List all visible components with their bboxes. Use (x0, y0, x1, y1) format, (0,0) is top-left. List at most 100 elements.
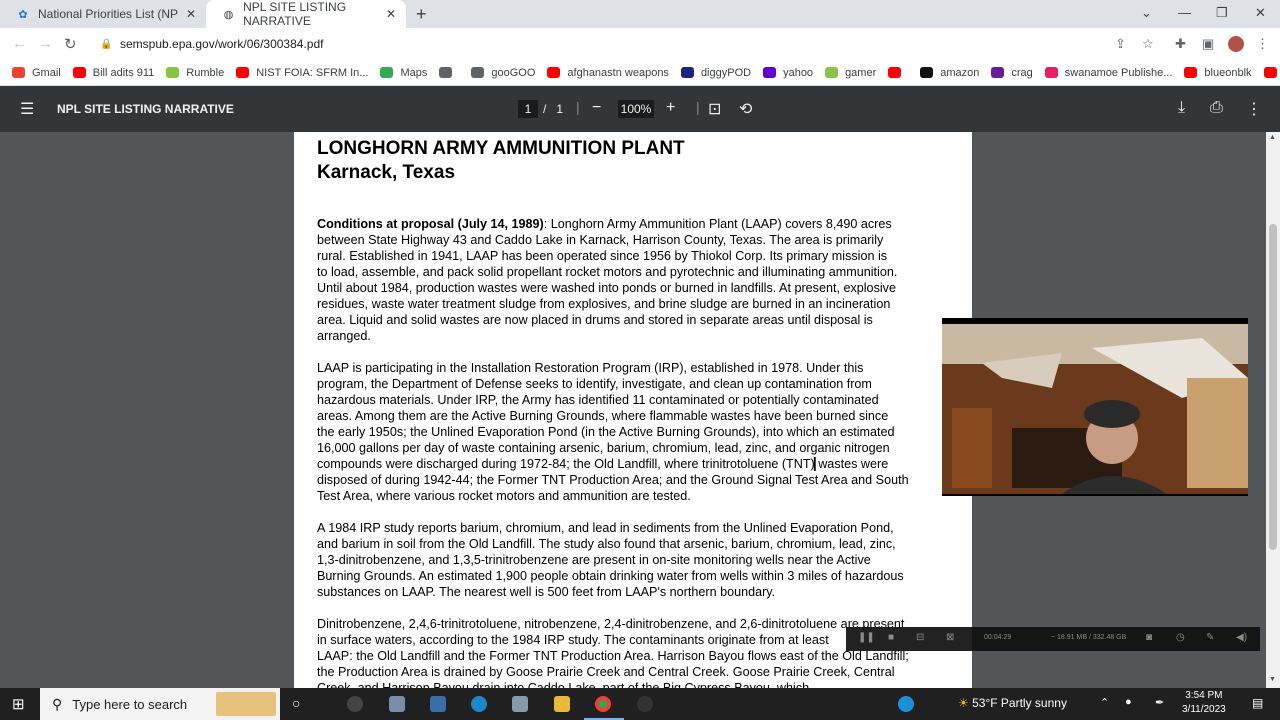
bookmark-item[interactable]: Maps (380, 67, 427, 79)
timer-icon[interactable]: ◷ (1176, 632, 1185, 643)
print-icon[interactable]: ⎙ (1210, 99, 1223, 117)
speaker-icon[interactable]: ◀) (1236, 632, 1247, 643)
bookmark-item[interactable] (439, 67, 459, 78)
bookmark-label: Gmail (32, 66, 61, 79)
close-window-button[interactable]: ✕ (1255, 5, 1266, 21)
help-icon[interactable] (898, 696, 914, 712)
crop-icon[interactable]: ⊠ (946, 632, 954, 643)
bookmarks-bar: Gmail Bill adits 911 Rumble NIST FOIA: SFRM… (0, 60, 1280, 86)
browser-toolbar: ← → ↻ 🔒 semspub.epa.gov/work/06/300384.p… (0, 28, 1280, 60)
zoom-in-icon[interactable]: + (666, 99, 675, 117)
screen-icon[interactable]: ⊟ (916, 632, 924, 643)
text-line: substances on LAAP. The nearest well is … (317, 585, 776, 599)
bookmark-item[interactable]: gooGOO (471, 67, 535, 79)
text-line: 1,3-dinitrobenzene, and 1,3,5-trinitrobe… (317, 553, 871, 567)
zoom-out-icon[interactable]: − (592, 99, 601, 117)
bookmark-label: Bill adits 911 (92, 66, 155, 79)
text-line: areas. Among them are the Active Burning… (317, 409, 889, 423)
back-arrow-icon[interactable]: ← (12, 35, 27, 52)
bookmark-item[interactable]: 2uv3 (1263, 67, 1280, 79)
app-icon[interactable] (637, 696, 653, 712)
app-icon[interactable] (430, 696, 446, 712)
scroll-up-icon[interactable]: ▲ (1269, 134, 1276, 141)
text-line: compounds were discharged during 1972-84… (317, 457, 889, 471)
camera-icon[interactable]: ◙ (1146, 632, 1152, 643)
windows-taskbar: ⊞ ⚲ Type here to search ○ ☀ 53°F Partly … (0, 688, 1280, 720)
bookmark-label: gamer (845, 66, 877, 79)
extensions-puzzle-icon[interactable]: ✚ (1175, 36, 1186, 52)
globe-icon: ◍ (223, 8, 234, 21)
zoom-level-input[interactable]: 100% (618, 100, 654, 118)
pen-icon[interactable]: ✒ (1155, 696, 1164, 709)
bookmark-item[interactable]: Gmail (12, 67, 61, 79)
text-line: Until about 1984, production wastes were… (317, 281, 896, 295)
tab-npl-narrative[interactable]: ◍ NPL SITE LISTING NARRATIVE ✕ (206, 0, 406, 28)
camera-app-icon[interactable] (389, 696, 405, 712)
address-bar[interactable]: 🔒 semspub.epa.gov/work/06/300384.pdf (92, 31, 1102, 57)
tab-search-icon[interactable]: ⌄ (1141, 5, 1152, 21)
close-tab-icon[interactable]: ✕ (386, 7, 396, 21)
reload-icon[interactable]: ↻ (64, 35, 77, 53)
chevron-up-icon[interactable]: ⌃ (1100, 696, 1109, 709)
text-line: LAAP is participating in the Installatio… (317, 361, 864, 375)
download-icon[interactable]: ⤓ (1178, 99, 1185, 117)
bookmark-label: amazon (940, 66, 980, 79)
chrome-menu-icon[interactable]: ⋮ (1256, 36, 1269, 52)
minimize-button[interactable]: — (1178, 5, 1191, 20)
bookmark-label: yahoo (783, 66, 814, 79)
bookmark-favicon-icon (166, 67, 180, 78)
scrollbar-thumb[interactable] (1269, 224, 1277, 550)
taskbar-search-box[interactable]: ⚲ Type here to search (40, 688, 280, 720)
tab-strip: ✿ National Priorities List (NPL) Sites ✕… (0, 0, 1280, 28)
file-explorer-icon[interactable] (554, 696, 570, 712)
bookmark-item[interactable]: afghanastn weapons (547, 67, 669, 79)
text-line: 16,000 gallons per day of waste containi… (317, 441, 890, 455)
draw-icon[interactable]: ✎ (1206, 632, 1214, 643)
notification-icon[interactable]: ▤ (1252, 696, 1263, 710)
bookmark-item[interactable]: Bill adits 911 (72, 66, 155, 79)
edge-browser-icon[interactable] (471, 696, 487, 712)
bookmark-item[interactable]: Rumble (166, 67, 224, 79)
new-tab-button[interactable]: + (416, 4, 427, 25)
scrollbar[interactable]: ▲ ▼ (1266, 132, 1280, 688)
side-panel-icon[interactable]: ▣ (1202, 36, 1214, 52)
bookmark-item[interactable]: swanamoe Publishe... (1044, 67, 1172, 79)
taskbar-clock[interactable]: 3:54 PM 3/11/2023 (1182, 689, 1226, 717)
more-options-icon[interactable]: ⋮ (1246, 99, 1262, 119)
text-line: program, the Department of Defense seeks… (317, 377, 872, 391)
chrome-icon[interactable] (595, 696, 611, 712)
scroll-down-icon[interactable]: ▼ (1269, 676, 1276, 683)
app-icon[interactable] (347, 696, 363, 712)
stop-icon[interactable]: ■ (888, 632, 894, 643)
bookmark-item[interactable] (888, 67, 908, 78)
cortana-icon[interactable]: ○ (292, 695, 300, 711)
bookmark-item[interactable]: yahoo (763, 67, 813, 79)
bookmark-item[interactable]: gamer (825, 67, 876, 79)
text-line: Conditions at proposal (July 14, 1989): … (317, 216, 949, 232)
share-icon[interactable]: ⇪ (1115, 36, 1126, 52)
bookmark-item[interactable]: diggyPOD (680, 67, 751, 79)
pdf-page: LONGHORN ARMY AMMUNITION PLANT Karnack, … (294, 132, 972, 688)
fit-to-page-icon[interactable]: ⊡ (708, 99, 721, 119)
bookmark-item[interactable]: amazon (920, 67, 979, 79)
close-tab-icon[interactable]: ✕ (186, 7, 196, 21)
rotate-icon[interactable]: ⟲ (739, 99, 752, 119)
bookmark-item[interactable]: crag (991, 67, 1033, 79)
maximize-button[interactable]: ❐ (1216, 5, 1228, 21)
bookmark-label: gooGOO (491, 66, 536, 79)
clock-time: 3:54 PM (1185, 690, 1223, 701)
tab-npl-sites[interactable]: ✿ National Priorities List (NPL) Sites ✕ (0, 0, 206, 28)
bookmark-item[interactable]: NIST FOIA: SFRM In... (236, 67, 368, 79)
forward-arrow-icon[interactable]: → (38, 35, 53, 52)
pause-icon[interactable]: ❚❚ (858, 632, 875, 643)
weather-widget[interactable]: ☀ 53°F Partly sunny (958, 696, 1067, 710)
page-number-input[interactable]: 1 (518, 100, 538, 118)
bookmark-favicon-icon (1184, 67, 1198, 78)
bookmark-item[interactable]: blueonblk (1184, 67, 1252, 79)
hamburger-menu-icon[interactable]: ☰ (20, 99, 34, 119)
bookmark-star-icon[interactable]: ☆ (1142, 36, 1154, 52)
profile-avatar[interactable] (1228, 36, 1244, 52)
microphone-icon[interactable]: ● (1125, 696, 1132, 708)
windows-start-icon[interactable]: ⊞ (12, 695, 25, 713)
app-icon[interactable] (512, 696, 528, 712)
